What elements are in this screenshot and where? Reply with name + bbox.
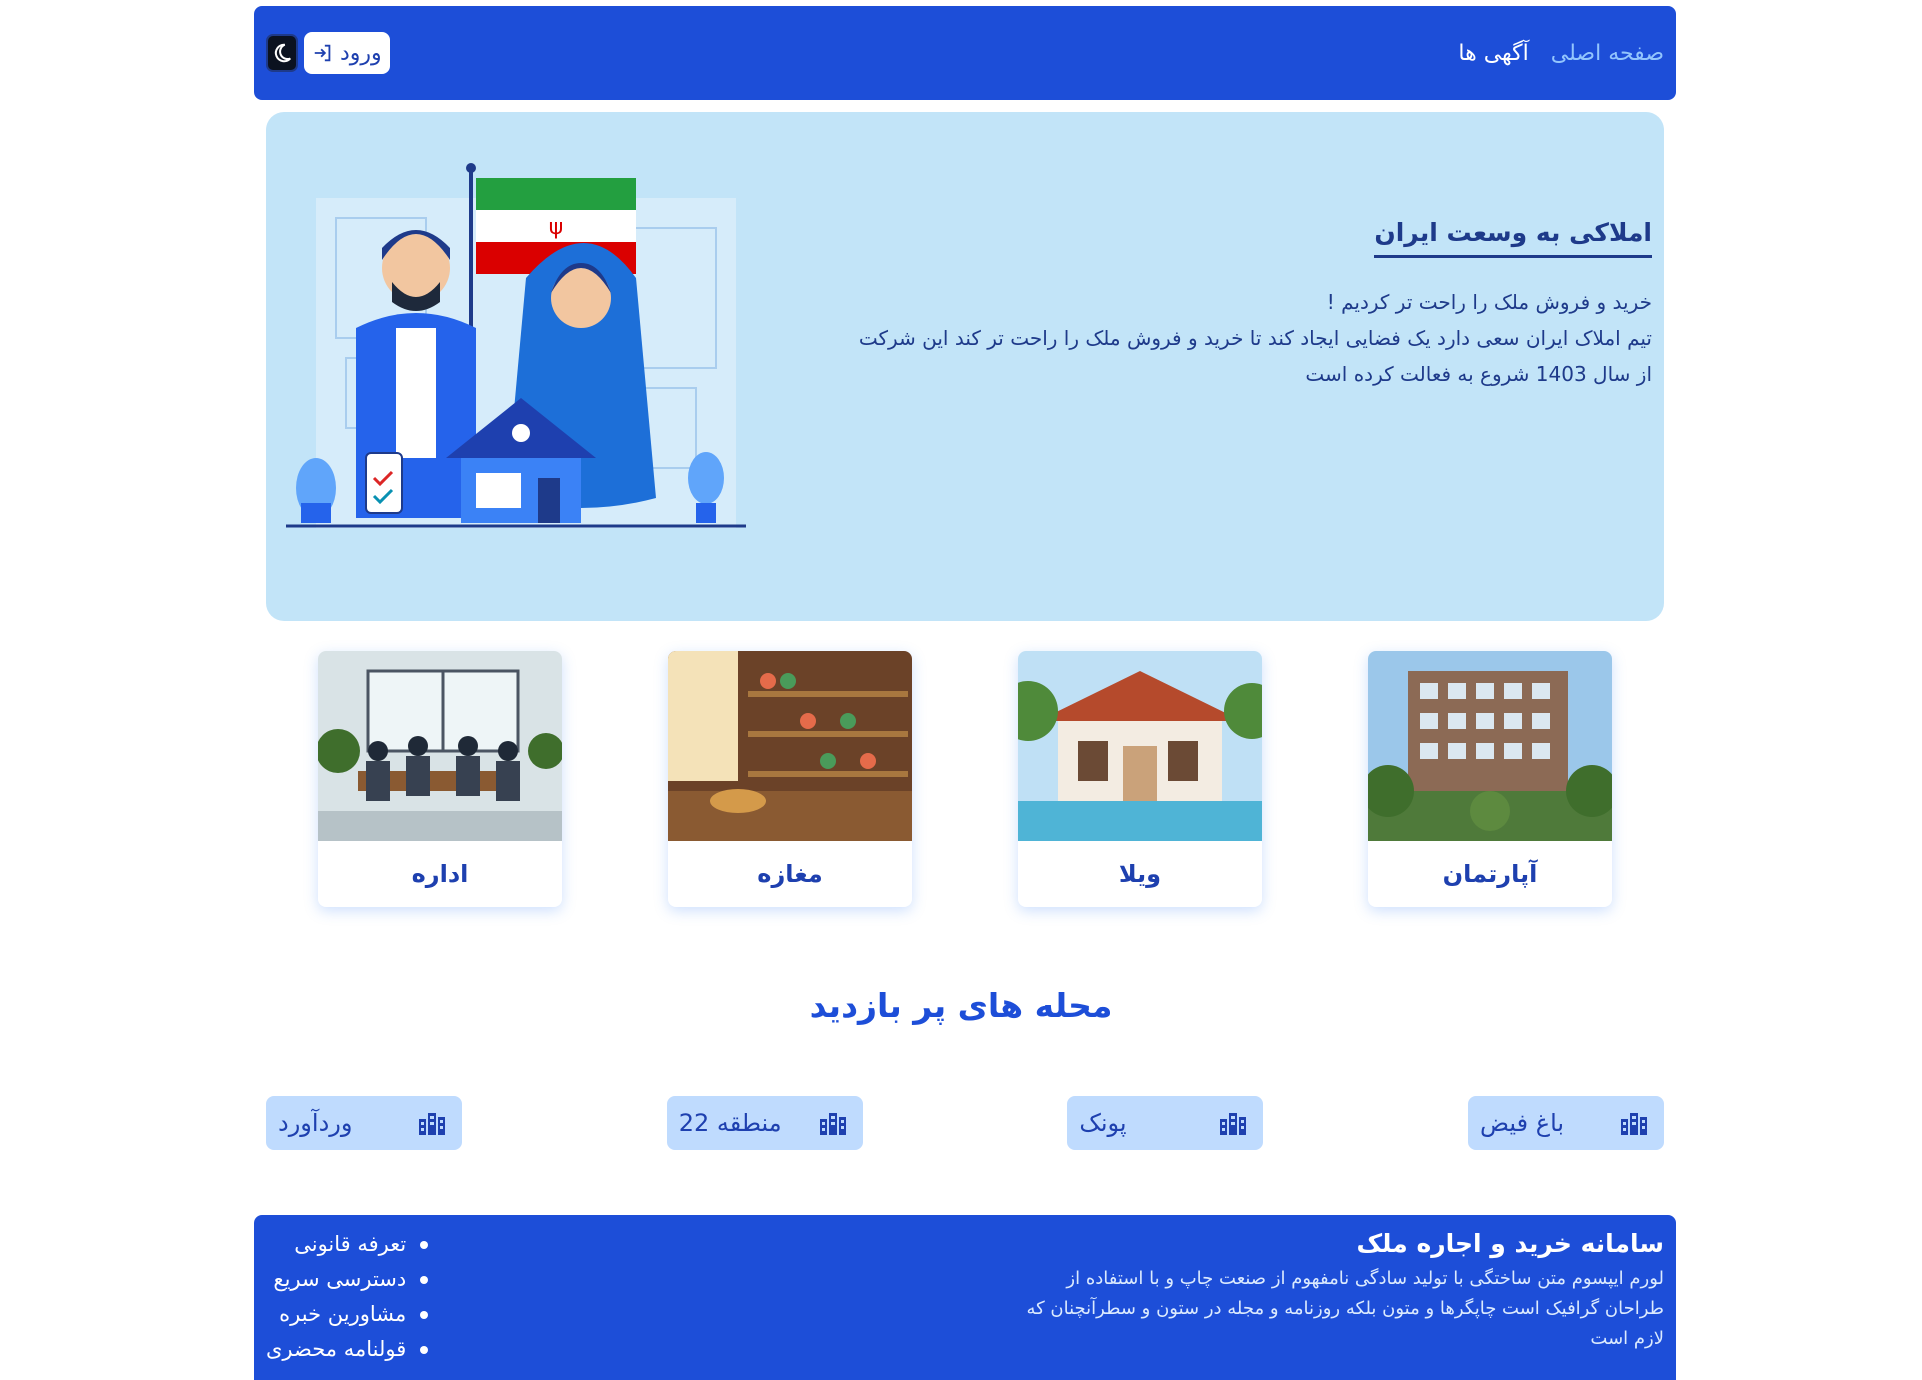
bullet-icon: [420, 1275, 429, 1284]
site-footer: سامانه خرید و اجاره ملک لورم ایپسوم متن …: [254, 1215, 1676, 1380]
nav-actions: ورود: [266, 32, 390, 74]
area-chip[interactable]: منطقه 22: [666, 1096, 863, 1150]
buildings-icon: [819, 1113, 846, 1135]
footer-description: لورم ایپسوم متن ساختگی با تولید سادگی نا…: [944, 1264, 1664, 1354]
category-label: آپارتمان: [1442, 860, 1538, 888]
footer-links: تعرفه قانونی دسترسی سریع مشاورین خبره قو…: [266, 1227, 429, 1367]
nav-links: صفحه اصلی آگهی ها: [1458, 41, 1664, 66]
sign-in-icon: [314, 44, 331, 62]
footer-title: سامانه خرید و اجاره ملک: [1356, 1229, 1664, 1258]
login-button[interactable]: ورود: [304, 32, 390, 74]
footer-link-quick-access[interactable]: دسترسی سریع: [266, 1262, 429, 1297]
category-card-villa[interactable]: ویلا: [1018, 651, 1262, 907]
top-navbar: صفحه اصلی آگهی ها ورود: [254, 6, 1676, 100]
buildings-icon: [1621, 1113, 1647, 1135]
office-image: [318, 651, 562, 841]
hero-line: از سال 1403 شروع به فعالت کرده است: [1305, 362, 1652, 386]
footer-link-tariff[interactable]: تعرفه قانونی: [266, 1227, 429, 1262]
svg-text:ψ: ψ: [549, 215, 564, 240]
villa-image: [1018, 651, 1262, 841]
footer-link-label: دسترسی سریع: [273, 1267, 407, 1291]
bullet-icon: [420, 1345, 429, 1354]
footer-link-contract[interactable]: قولنامه محضری: [266, 1332, 429, 1367]
apartment-image: [1368, 651, 1612, 841]
popular-areas-title: محله های پر بازدید: [809, 986, 1113, 1025]
category-card-office[interactable]: اداره: [318, 651, 562, 907]
footer-info: سامانه خرید و اجاره ملک لورم ایپسوم متن …: [944, 1229, 1664, 1354]
hero-line: خرید و فروش ملک را راحت تر کردیم !: [1326, 290, 1652, 314]
bullet-icon: [420, 1310, 429, 1319]
theme-toggle-button[interactable]: [266, 34, 298, 72]
footer-link-label: قولنامه محضری: [266, 1337, 407, 1361]
area-label: باغ فیض: [1480, 1109, 1565, 1137]
hero-illustration: ψ: [286, 163, 746, 528]
hero-line: تیم املاک ایران سعی دارد یک فضایی ایجاد …: [858, 326, 1652, 350]
shop-image: [668, 651, 912, 841]
area-label: منطقه 22: [678, 1109, 782, 1137]
category-label: ویلا: [1118, 860, 1162, 888]
area-chip[interactable]: پونک: [1067, 1096, 1264, 1150]
nav-link-ads[interactable]: آگهی ها: [1458, 41, 1528, 66]
nav-link-home[interactable]: صفحه اصلی: [1551, 41, 1664, 66]
hero-body: خرید و فروش ملک را راحت تر کردیم ! تیم ا…: [772, 284, 1652, 392]
hero-title: املاکی به وسعت ایران: [1374, 218, 1652, 258]
footer-link-label: تعرفه قانونی: [294, 1232, 407, 1256]
footer-description-line: لازم است: [1590, 1328, 1664, 1349]
footer-link-consultants[interactable]: مشاورین خبره: [266, 1297, 429, 1332]
popular-areas: باغ فیض پونک منطقه 22 وردآورد: [266, 1096, 1664, 1150]
moon-icon: [274, 43, 291, 63]
category-label: اداره: [411, 860, 469, 888]
footer-link-label: مشاورین خبره: [279, 1302, 407, 1326]
bullet-icon: [420, 1240, 429, 1249]
hero-banner: املاکی به وسعت ایران خرید و فروش ملک را …: [266, 112, 1664, 621]
area-chip[interactable]: باغ فیض: [1468, 1096, 1664, 1150]
area-chip[interactable]: وردآورد: [266, 1096, 463, 1150]
category-cards: آپارتمان ویلا مغازه اداره: [318, 651, 1612, 907]
login-label: ورود: [340, 40, 382, 66]
buildings-icon: [1220, 1113, 1247, 1135]
footer-description-line: طراحان گرافیک است چاپگرها و متون بلکه رو…: [1026, 1298, 1664, 1319]
footer-description-line: لورم ایپسوم متن ساختگی با تولید سادگی نا…: [1066, 1268, 1664, 1289]
hero-text: املاکی به وسعت ایران خرید و فروش ملک را …: [772, 218, 1652, 392]
buildings-icon: [419, 1113, 446, 1135]
area-label: وردآورد: [278, 1109, 353, 1137]
category-card-apartment[interactable]: آپارتمان: [1368, 651, 1612, 907]
area-label: پونک: [1079, 1109, 1127, 1137]
category-label: مغازه: [757, 860, 823, 888]
category-card-shop[interactable]: مغازه: [668, 651, 912, 907]
